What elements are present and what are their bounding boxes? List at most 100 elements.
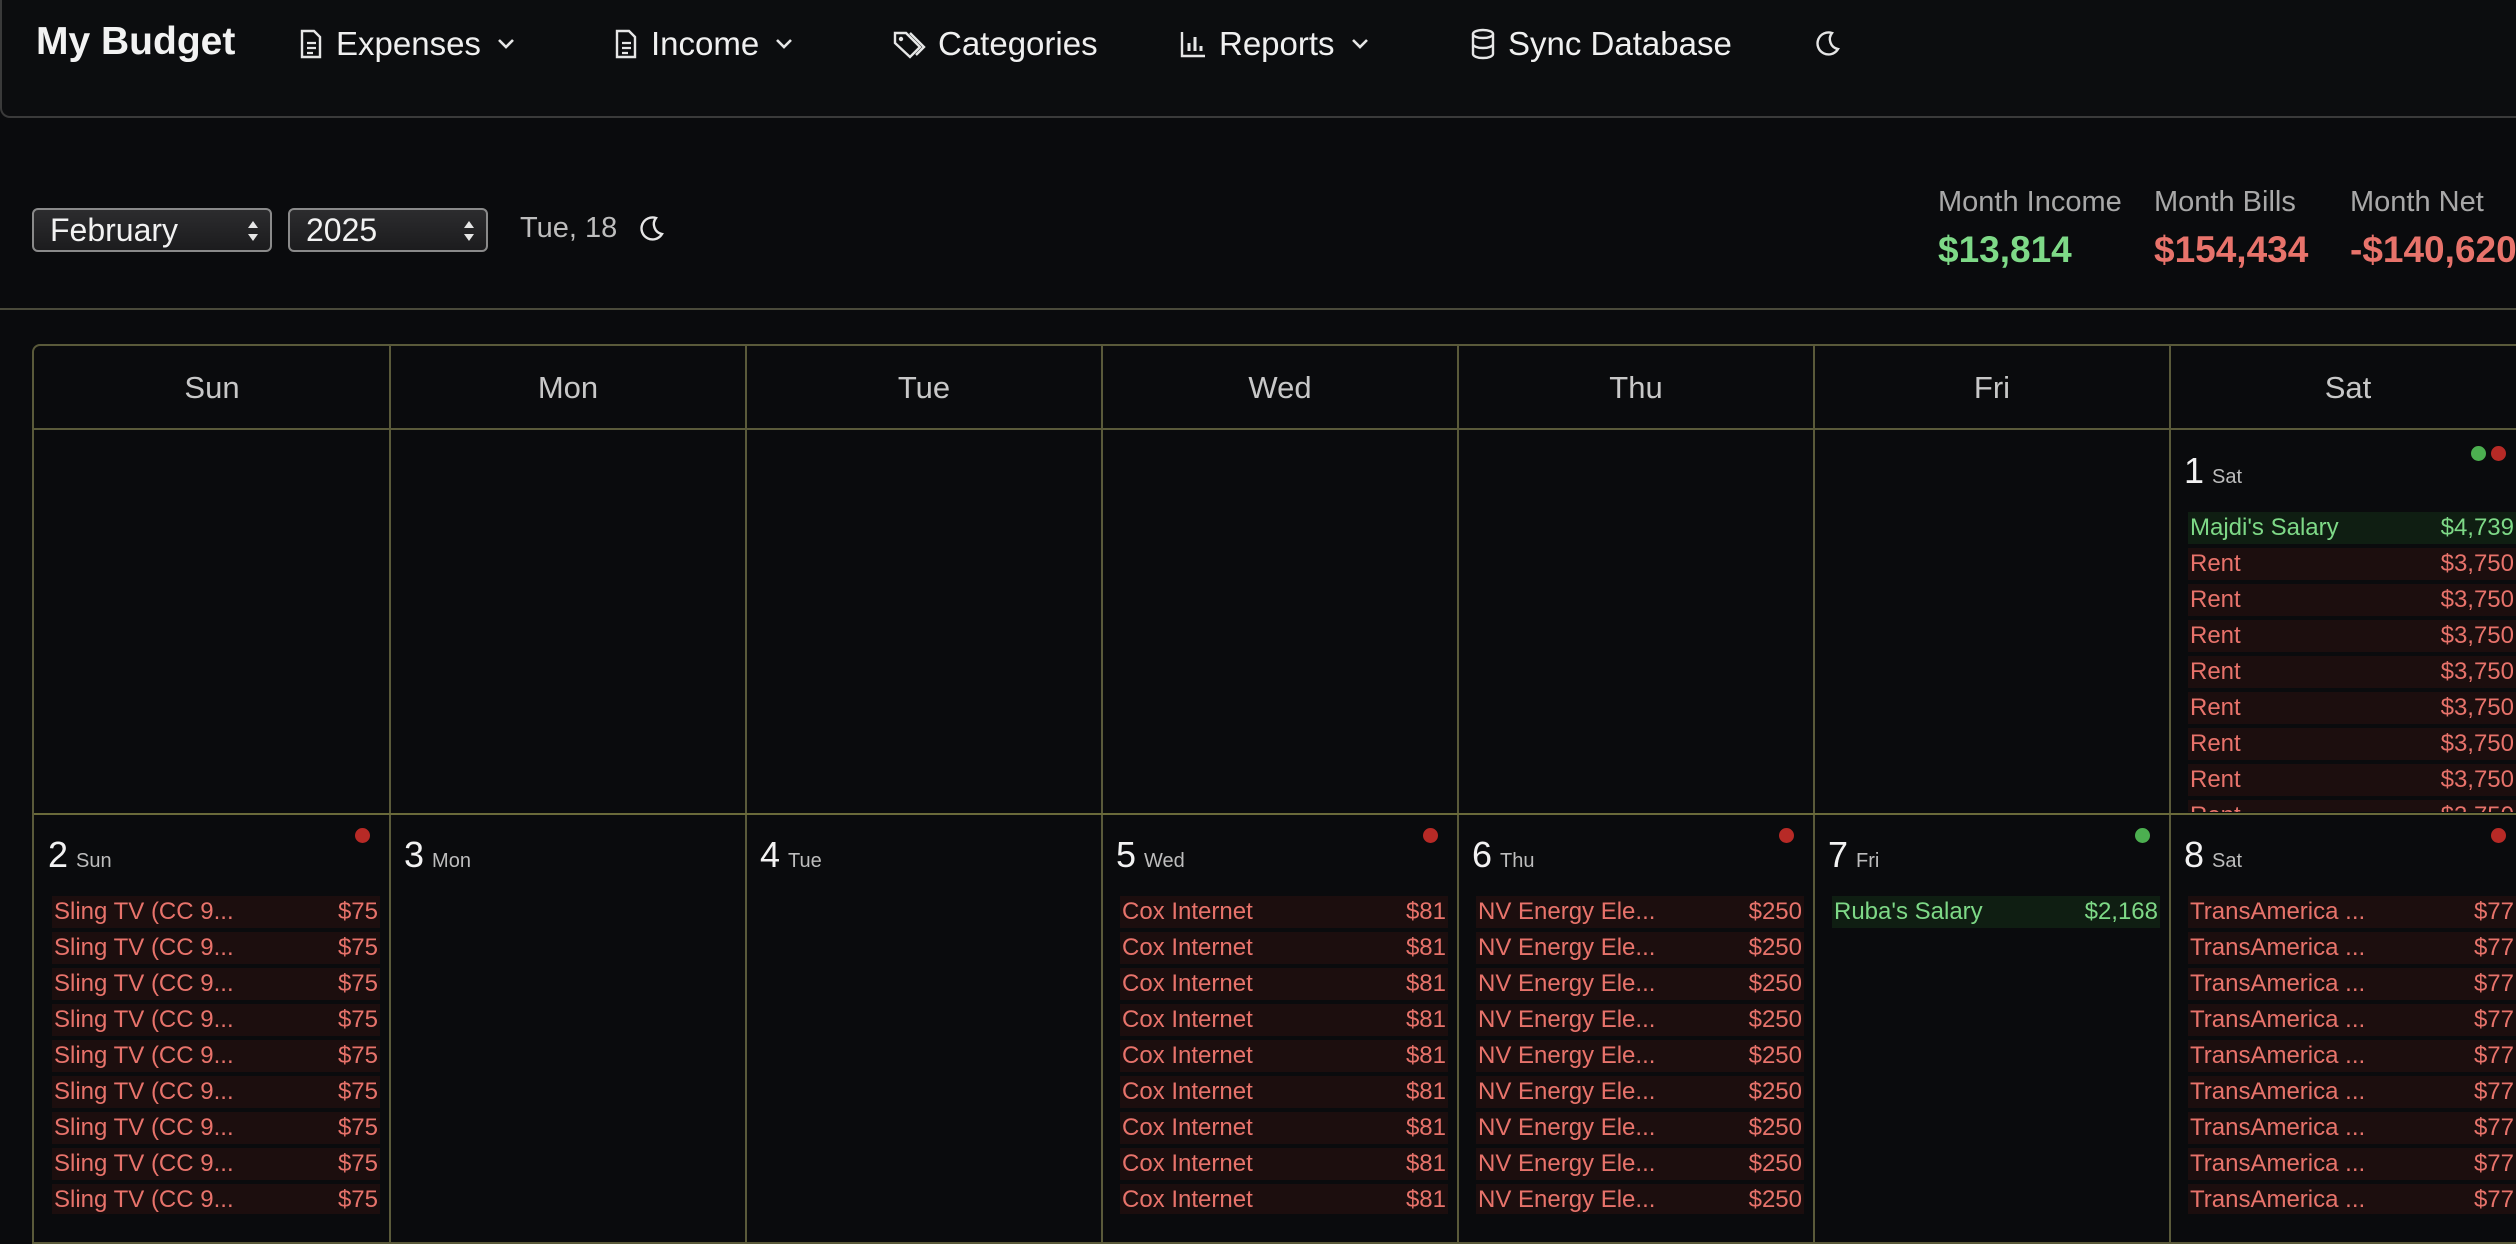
day-cell[interactable]: 2 Sun Sling TV (CC 9... $75 Sling TV (CC 9..… (34, 814, 390, 1214)
expense-entry[interactable]: Rent $3,750 (2188, 620, 2516, 652)
expense-entry[interactable]: Rent $3,750 (2188, 584, 2516, 616)
entry-amount: $77 (2473, 1006, 2514, 1033)
day-cell[interactable]: 7 Fri Ruba's Salary $2,168 (1814, 814, 2170, 1214)
expense-entry[interactable]: Cox Internet $81 (1120, 968, 1448, 1000)
nav-sync-database[interactable]: Sync Database (1470, 22, 1732, 66)
expense-entry[interactable]: TransAmerica ... $77 (2188, 1148, 2516, 1180)
stat-income-value: $13,814 (1938, 229, 2072, 270)
expense-entry[interactable]: NV Energy Ele... $250 (1476, 932, 1804, 964)
day-number-value: 8 (2184, 834, 2205, 875)
expense-entry[interactable]: TransAmerica ... $77 (2188, 1004, 2516, 1036)
nav-expenses[interactable]: Expenses (298, 22, 519, 66)
expense-entry[interactable]: Rent $3,750 (2188, 728, 2516, 760)
entry-amount: $81 (1405, 1114, 1446, 1141)
expense-entry[interactable]: Cox Internet $81 (1120, 1040, 1448, 1072)
expense-entry[interactable]: NV Energy Ele... $250 (1476, 1076, 1804, 1108)
document-icon (300, 29, 322, 59)
expense-entry[interactable]: NV Energy Ele... $250 (1476, 1148, 1804, 1180)
entry-name: Majdi's Salary (2190, 514, 2339, 541)
expense-entry[interactable]: Rent $3,750 (2188, 656, 2516, 688)
entry-name: Cox Internet (1122, 934, 1253, 961)
day-cell[interactable]: 4 Tue (746, 814, 1102, 1214)
expense-entry[interactable]: TransAmerica ... $77 (2188, 932, 2516, 964)
expense-entry[interactable]: TransAmerica ... $77 (2188, 1184, 2516, 1214)
expense-entry[interactable]: Rent $3,750 (2188, 548, 2516, 580)
expense-entry[interactable]: Sling TV (CC 9... $75 (52, 1004, 380, 1036)
chevron-down-icon (1351, 39, 1368, 49)
stat-income-label: Month Income (1938, 186, 2122, 218)
expense-entry[interactable]: Sling TV (CC 9... $75 (52, 896, 380, 928)
expense-entry[interactable]: TransAmerica ... $77 (2188, 968, 2516, 1000)
entry-amount: $75 (337, 1078, 378, 1105)
expense-entry[interactable]: NV Energy Ele... $250 (1476, 1040, 1804, 1072)
entry-amount: $77 (2473, 934, 2514, 961)
expense-entry[interactable]: Sling TV (CC 9... $75 (52, 1040, 380, 1072)
expense-entry[interactable]: Cox Internet $81 (1120, 1184, 1448, 1214)
entry-name: NV Energy Ele... (1478, 1114, 1656, 1141)
expense-entry[interactable]: Rent $3,750 (2188, 764, 2516, 796)
entry-name: TransAmerica ... (2190, 970, 2366, 997)
year-select[interactable]: 2025 (288, 208, 488, 252)
expense-entry[interactable]: Rent $3,750 (2188, 800, 2516, 812)
expense-entry[interactable]: TransAmerica ... $77 (2188, 1112, 2516, 1144)
entry-name: Cox Internet (1122, 970, 1253, 997)
day-number-value: 6 (1472, 834, 1493, 875)
nav-reports[interactable]: Reports (1179, 22, 1373, 66)
expense-entry[interactable]: Sling TV (CC 9... $75 (52, 1112, 380, 1144)
calendar-grid: Sun Mon Tue Wed Thu Fri Sat 1 Sat Majdi's … (32, 344, 2516, 1244)
app-title[interactable]: My Budget (36, 20, 235, 64)
expense-indicator-dot (355, 828, 370, 843)
expense-entry[interactable]: Sling TV (CC 9... $75 (52, 1184, 380, 1214)
day-cell[interactable]: 6 Thu NV Energy Ele... $250 NV Energy Ele...… (1458, 814, 1814, 1214)
day-cell[interactable]: 5 Wed Cox Internet $81 Cox Internet $81 Cox In… (1102, 814, 1458, 1214)
expense-entry[interactable]: NV Energy Ele... $250 (1476, 968, 1804, 1000)
entry-amount: $75 (337, 934, 378, 961)
stat-net-label: Month Net (2350, 186, 2484, 218)
expense-entry[interactable]: Cox Internet $81 (1120, 1004, 1448, 1036)
expense-entry[interactable]: Cox Internet $81 (1120, 896, 1448, 928)
tags-icon (893, 31, 926, 59)
expense-entry[interactable]: Cox Internet $81 (1120, 1112, 1448, 1144)
expense-entry[interactable]: Cox Internet $81 (1120, 932, 1448, 964)
weekday-header-row: Sun Mon Tue Wed Thu Fri Sat (34, 346, 2516, 430)
expense-entry[interactable]: Cox Internet $81 (1120, 1076, 1448, 1108)
income-entry[interactable]: Ruba's Salary $2,168 (1832, 896, 2160, 928)
day-cell[interactable]: 8 Sat TransAmerica ... $77 TransAmerica ... $… (2170, 814, 2516, 1214)
theme-moon-button[interactable] (636, 214, 666, 249)
expense-entry[interactable]: Sling TV (CC 9... $75 (52, 1076, 380, 1108)
nav-categories[interactable]: Categories (892, 22, 1098, 66)
entry-amount: $250 (1748, 1078, 1802, 1105)
income-entry[interactable]: Majdi's Salary $4,739 (2188, 512, 2516, 544)
day-cell[interactable]: 1 Sat Majdi's Salary $4,739 Rent $3,750 Rent $3… (2170, 430, 2516, 812)
expense-entry[interactable]: Cox Internet $81 (1120, 1148, 1448, 1180)
expense-entry[interactable]: Rent $3,750 (2188, 692, 2516, 724)
expense-entry[interactable]: Sling TV (CC 9... $75 (52, 932, 380, 964)
entry-name: Sling TV (CC 9... (54, 1042, 234, 1069)
expense-entry[interactable]: TransAmerica ... $77 (2188, 1076, 2516, 1108)
chevron-down-icon (776, 39, 793, 49)
expense-entry[interactable]: NV Energy Ele... $250 (1476, 1112, 1804, 1144)
entry-name: Sling TV (CC 9... (54, 1186, 234, 1213)
entry-name: TransAmerica ... (2190, 898, 2366, 925)
expense-entry[interactable]: Sling TV (CC 9... $75 (52, 1148, 380, 1180)
expense-entry[interactable]: TransAmerica ... $77 (2188, 1040, 2516, 1072)
entry-name: Rent (2190, 766, 2241, 793)
expense-entry[interactable]: TransAmerica ... $77 (2188, 896, 2516, 928)
chevron-down-icon (498, 39, 514, 49)
nav-income[interactable]: Income (613, 22, 797, 66)
entry-amount: $3,750 (2440, 586, 2514, 613)
year-select-value: 2025 (306, 211, 378, 248)
expense-entry[interactable]: NV Energy Ele... $250 (1476, 896, 1804, 928)
day-cell[interactable]: 3 Mon (390, 814, 746, 1214)
theme-toggle-button[interactable] (1812, 22, 1842, 66)
expense-entry[interactable]: Sling TV (CC 9... $75 (52, 968, 380, 1000)
day-weekday-abbr: Sat (2212, 850, 2243, 872)
expense-entry[interactable]: NV Energy Ele... $250 (1476, 1184, 1804, 1214)
entry-amount: $3,750 (2440, 766, 2514, 793)
month-select[interactable]: February (32, 208, 272, 252)
top-navbar: My Budget Expenses Income Categories Rep… (0, 0, 2516, 118)
stat-bills-value: $154,434 (2154, 229, 2309, 270)
day-number-value: 5 (1116, 834, 1137, 875)
entry-amount: $75 (337, 970, 378, 997)
expense-entry[interactable]: NV Energy Ele... $250 (1476, 1004, 1804, 1036)
